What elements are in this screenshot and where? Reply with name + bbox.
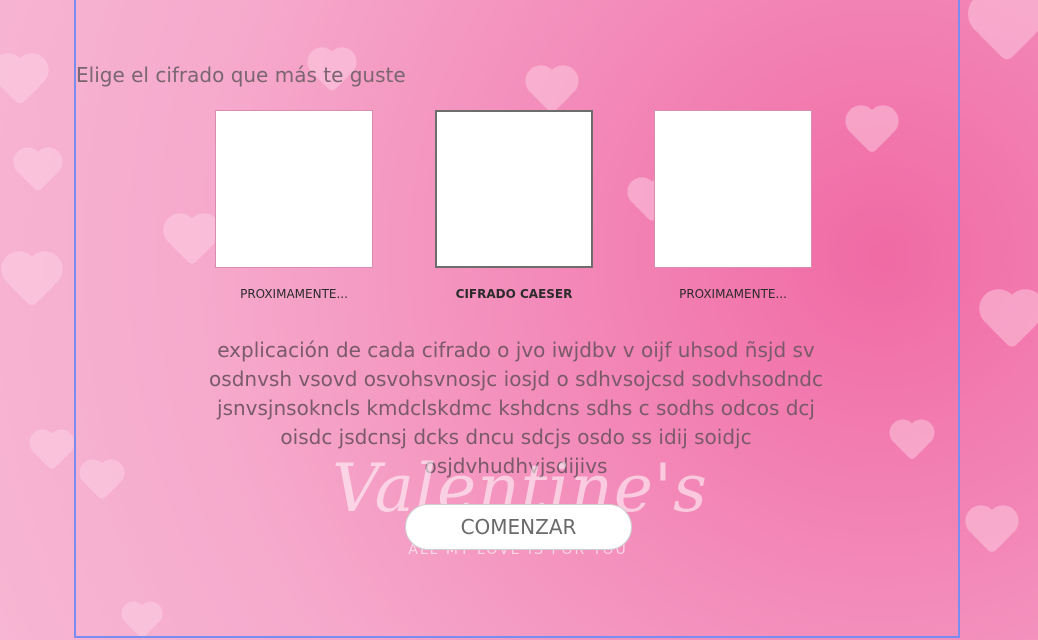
cipher-tile-caesar[interactable]	[435, 110, 593, 268]
heart-icon	[0, 58, 44, 106]
heart-icon	[984, 294, 1038, 350]
heart-icon	[17, 151, 59, 193]
page-subtitle: Elige el cifrado que más te guste	[76, 63, 406, 87]
heart-icon	[969, 509, 1015, 555]
heart-icon	[33, 433, 71, 471]
cipher-label-1: PROXIMAMENTE...	[240, 287, 348, 301]
start-button[interactable]: COMENZAR	[405, 504, 632, 550]
cipher-tile-1[interactable]	[215, 110, 373, 268]
cipher-label-caesar: CIFRADO CAESER	[455, 287, 573, 301]
cipher-tile-3[interactable]	[654, 110, 812, 268]
heart-icon	[974, 0, 1038, 63]
heart-icon	[6, 256, 58, 308]
cipher-label-3: PROXIMAMENTE...	[679, 287, 787, 301]
